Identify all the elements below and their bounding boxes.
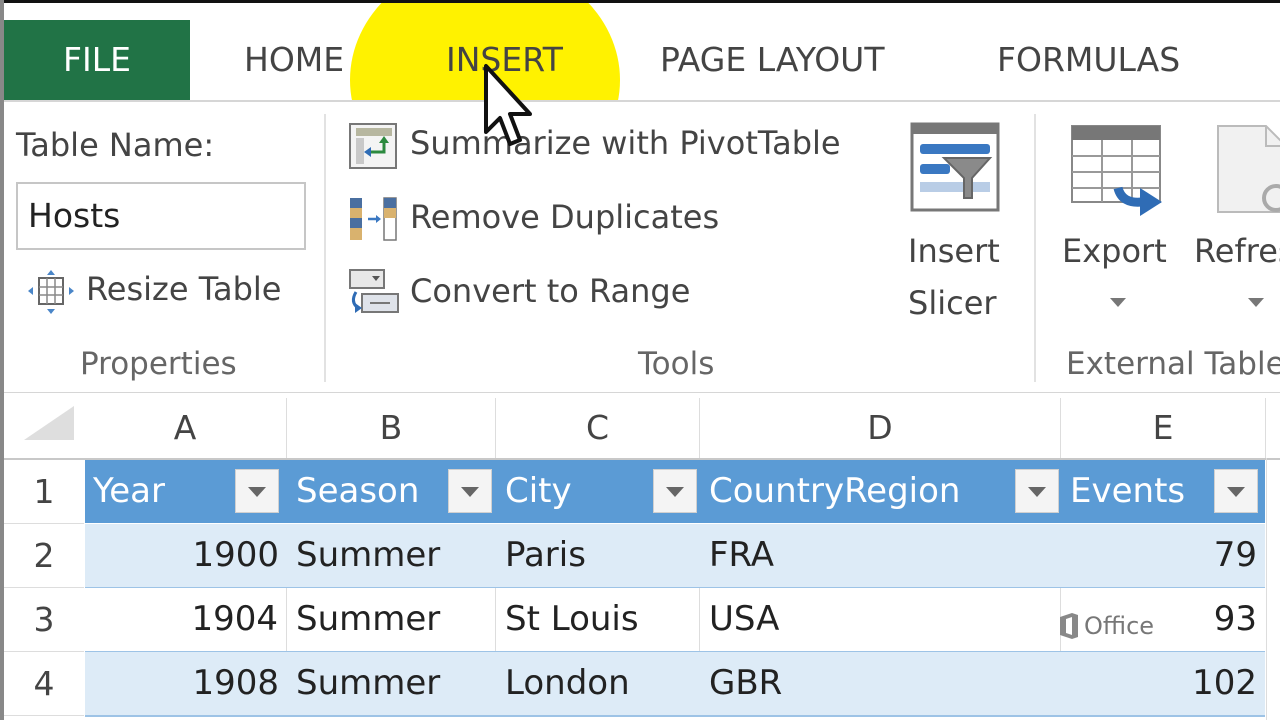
external-table-group-label: External Table [1066,346,1280,382]
refresh-dropdown-arrow-icon [1248,298,1264,307]
export-button[interactable]: Export [1060,122,1180,332]
cell-city[interactable]: London [497,652,700,715]
ribbon-tabs: FILE HOME INSERT PAGE LAYOUT FORMULAS [4,20,1280,102]
column-header-e[interactable]: E [1061,398,1266,458]
table-row: 1908 Summer London GBR 102 [85,652,1265,717]
tab-home[interactable]: HOME [244,20,344,100]
convert-to-range-button[interactable]: Convert to Range [348,264,728,320]
cell-countryregion[interactable]: FRA [701,524,1061,587]
column-header-b[interactable]: B [287,398,496,458]
table-name-label: Table Name: [16,126,215,164]
office-logo-icon [1060,613,1078,639]
table-name-input[interactable]: Hosts [16,182,306,250]
export-label: Export [1062,232,1167,270]
worksheet-grid: A B C D E 1 2 3 4 Year Season City Count… [4,392,1280,720]
select-all-corner[interactable] [24,406,74,440]
header-countryregion-label: CountryRegion [709,471,961,511]
cell-countryregion[interactable]: USA [701,588,1061,651]
office-watermark-text: Office [1084,612,1155,640]
refresh-icon [1217,125,1280,213]
cell-season[interactable]: Summer [288,652,496,715]
column-divider [1266,458,1267,720]
resize-table-label: Resize Table [86,270,282,308]
row-header-2[interactable]: 2 [4,524,84,588]
export-table-icon [1071,125,1162,216]
export-dropdown-arrow-icon [1110,298,1126,307]
filter-dropdown-city-icon[interactable] [653,469,697,513]
window-top-edge [0,0,1280,3]
cell-city[interactable]: St Louis [497,588,700,651]
group-separator [324,114,326,382]
pivottable-icon [349,123,397,169]
convert-to-range-icon [349,269,399,313]
resize-table-icon [28,270,74,314]
office-watermark: Office [1058,612,1154,640]
column-header-c[interactable]: C [496,398,700,458]
column-header-d[interactable]: D [700,398,1061,458]
cell-year[interactable]: 1900 [85,524,287,587]
insert-slicer-icon [910,122,1000,212]
tab-formulas[interactable]: FORMULAS [997,20,1180,100]
remove-duplicates-icon [350,197,397,241]
header-cell-countryregion[interactable]: CountryRegion [701,460,1061,523]
cell-countryregion[interactable]: GBR [701,652,1061,715]
header-cell-city[interactable]: City [497,460,700,523]
resize-table-button[interactable]: Resize Table [24,264,304,320]
row-header-4[interactable]: 4 [4,652,84,716]
insert-slicer-label-line1: Insert [908,232,1000,270]
filter-dropdown-year-icon[interactable] [235,469,279,513]
column-header-a[interactable]: A [84,398,287,458]
header-cell-events[interactable]: Events [1062,460,1265,523]
summarize-pivottable-label: Summarize with PivotTable [410,124,841,162]
remove-duplicates-button[interactable]: Remove Duplicates [348,192,748,248]
ribbon-body: Table Name: Hosts Resize Table Propertie… [4,102,1280,393]
mouse-cursor-icon [484,64,532,146]
cell-city[interactable]: Paris [497,524,700,587]
header-season-label: Season [296,471,420,511]
header-events-label: Events [1070,471,1186,511]
remove-duplicates-label: Remove Duplicates [410,198,720,236]
tab-page-layout[interactable]: PAGE LAYOUT [660,20,885,100]
cell-season[interactable]: Summer [288,524,496,587]
summarize-pivottable-button[interactable]: Summarize with PivotTable [348,118,878,174]
cell-events[interactable]: 102 [1062,652,1265,715]
row-header-3[interactable]: 3 [4,588,84,652]
group-separator [1034,114,1036,382]
table-row: 1900 Summer Paris FRA 79 [85,524,1265,589]
cell-events[interactable]: 79 [1062,524,1265,587]
header-city-label: City [505,471,572,511]
filter-dropdown-season-icon[interactable] [448,469,492,513]
header-cell-year[interactable]: Year [85,460,287,523]
tab-file[interactable]: FILE [4,20,190,100]
header-year-label: Year [93,471,165,511]
insert-slicer-label-line2: Slicer [908,284,997,322]
convert-to-range-label: Convert to Range [410,272,691,310]
header-cell-season[interactable]: Season [288,460,496,523]
cell-season[interactable]: Summer [288,588,496,651]
tools-group-label: Tools [638,346,715,382]
row-header-1[interactable]: 1 [4,460,84,524]
refresh-label: Refres [1194,232,1280,270]
cell-year[interactable]: 1908 [85,652,287,715]
filter-dropdown-events-icon[interactable] [1214,469,1258,513]
insert-slicer-button[interactable]: Insert Slicer [902,122,1012,332]
properties-group-label: Properties [80,346,237,382]
table-header-row: Year Season City CountryRegion Events [85,460,1265,523]
refresh-button[interactable]: Refres [1190,122,1280,332]
cell-year[interactable]: 1904 [85,588,287,651]
filter-dropdown-countryregion-icon[interactable] [1015,469,1059,513]
